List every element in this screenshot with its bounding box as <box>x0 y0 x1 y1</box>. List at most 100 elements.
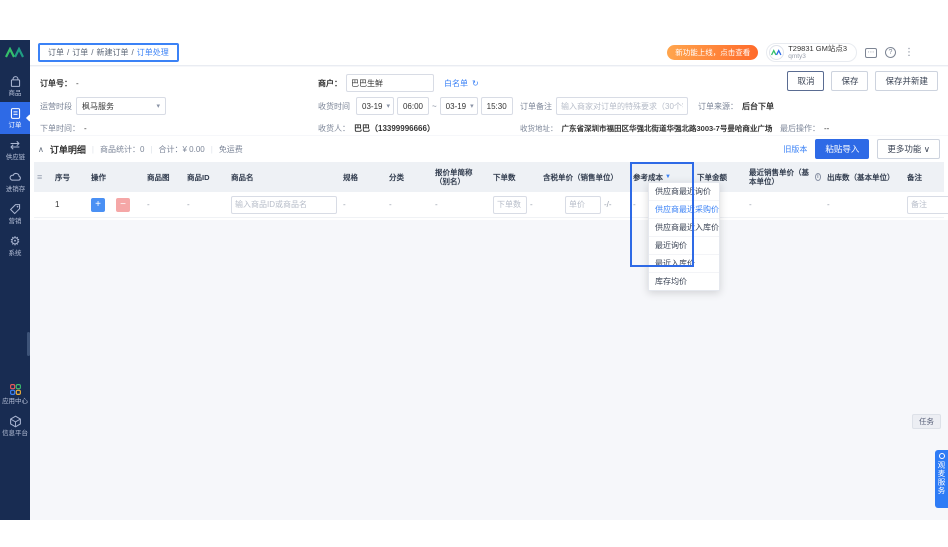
refresh-icon[interactable]: ↻ <box>472 79 479 88</box>
sidebar-item-label: 商品 <box>8 90 22 97</box>
breadcrumb-separator: / <box>67 48 70 57</box>
topbar-right: 新功能上线，点击查看 T29831 GM站点3 qmty3 ⋯ ? ⋮ <box>667 43 948 62</box>
receive-time-start-input[interactable]: 06:00 <box>397 97 429 115</box>
breadcrumb-crumb[interactable]: 订单 <box>48 47 64 58</box>
dropdown-item[interactable]: 库存均价 <box>649 273 719 290</box>
sidebar-item-supply-chain[interactable]: ⇄ 供应链 <box>0 134 30 166</box>
sidebar-item-system[interactable]: ⚙ 系统 <box>0 230 30 262</box>
paste-import-button[interactable]: 粘贴导入 <box>815 139 870 159</box>
message-icon[interactable]: ⋯ <box>865 47 877 58</box>
goods-count: 商品统计：0 <box>99 144 145 154</box>
col-spec: 规格 <box>343 172 358 182</box>
table-row: 1 + − - - - - - <box>34 192 948 218</box>
col-index: 序号 <box>55 172 70 182</box>
old-version-link[interactable]: 旧版本 <box>783 144 807 155</box>
help-icon[interactable]: ? <box>885 47 896 58</box>
sidebar-item-inventory[interactable]: 进销存 <box>0 166 30 198</box>
order-remark-input[interactable] <box>556 97 688 115</box>
chevron-down-icon: ▾ <box>470 103 474 110</box>
product-name-input[interactable] <box>231 195 337 214</box>
info-circle-icon[interactable]: i <box>814 173 821 181</box>
col-taxed-price: 含税单价（销售单位） <box>543 172 618 182</box>
customer-service-icon <box>938 453 945 459</box>
divider: | <box>150 144 153 154</box>
receiver-field: 收货人： 巴巴（13399996666） <box>318 119 435 137</box>
avatar <box>769 45 785 60</box>
sidebar-item-label: 应用中心 <box>2 398 28 405</box>
sidebar-item-label: 订单 <box>8 122 22 129</box>
promo-badge[interactable]: 新功能上线，点击查看 <box>667 45 759 60</box>
cell-product-name <box>228 192 340 217</box>
cancel-button[interactable]: 取消 <box>787 71 825 91</box>
breadcrumb-crumb[interactable]: 新建订单 <box>96 47 128 58</box>
order-details-section: ∧ 订单明细 | 商品统计：0 | 合计：¥ 0.00 | 免运费 旧版本 粘贴… <box>30 136 948 291</box>
sidebar-item-info-platform[interactable]: 信息平台 <box>0 410 30 442</box>
sidebar-item-marketing[interactable]: 营销 <box>0 198 30 230</box>
order-qty-input[interactable] <box>493 195 527 214</box>
app-logo <box>5 47 25 58</box>
order-source-field: 订单来源： 后台下单 <box>698 97 774 115</box>
service-period-field: 运营时段 枫马服务 ▾ <box>40 97 166 115</box>
collapse-caret-icon[interactable]: ∧ <box>38 145 44 154</box>
drag-handle-icon[interactable]: ≡ <box>37 172 42 182</box>
save-button[interactable]: 保存 <box>831 71 869 91</box>
supply-chain-icon: ⇄ <box>9 138 21 152</box>
task-pill[interactable]: 任务 <box>912 414 941 429</box>
chevron-down-icon: ▾ <box>386 103 390 110</box>
app-center-icon <box>9 383 22 396</box>
sidebar-item-orders[interactable]: 订单 <box>0 102 30 134</box>
save-and-new-button[interactable]: 保存并新建 <box>875 71 938 91</box>
breadcrumb-current: 订单处理 <box>136 48 169 57</box>
date-end-value: 03-19 <box>445 101 467 111</box>
chevron-down-icon: ▾ <box>156 103 160 110</box>
cell-remark <box>904 192 948 217</box>
order-source-label: 订单来源： <box>698 101 738 111</box>
main-area: 订单 / 订单 / 新建订单 / 订单处理 新功能上线，点击查看 T29831 … <box>30 40 948 520</box>
dropdown-item[interactable]: 供应商最近询价 <box>649 183 719 201</box>
cell-product-id: - <box>187 200 190 209</box>
more-vertical-icon[interactable]: ⋮ <box>904 47 914 58</box>
merchant-input[interactable] <box>346 74 434 92</box>
dropdown-item[interactable]: 最近入库价 <box>649 255 719 273</box>
goods-bag-icon <box>9 75 22 88</box>
form-actions: 取消 保存 保存并新建 <box>787 71 938 91</box>
dropdown-item-selected[interactable]: 供应商最近采购价 <box>649 201 719 219</box>
cell-product-image: - <box>147 200 150 209</box>
breadcrumb-separator: / <box>131 48 134 57</box>
cell-index: 1 <box>55 200 60 209</box>
user-chip[interactable]: T29831 GM站点3 qmty3 <box>766 43 857 62</box>
merchant-label: 商户： <box>318 78 342 88</box>
order-total: 合计：¥ 0.00 <box>158 144 205 154</box>
row-remark-input[interactable] <box>907 195 948 214</box>
receive-time-label: 收货时间 <box>318 101 350 111</box>
receive-date-end-select[interactable]: 03-19 ▾ <box>439 97 478 115</box>
breadcrumb-crumb[interactable]: 订单 <box>72 47 88 58</box>
unit-price-input[interactable] <box>565 195 601 214</box>
sort-caret-icon: ▼ <box>665 173 671 180</box>
drag-column-header: ≡ <box>34 162 52 192</box>
address-label: 收货地址： <box>520 123 558 133</box>
place-time-field: 下单时间： - <box>40 119 87 137</box>
add-row-button[interactable]: + <box>91 197 105 212</box>
remove-row-button[interactable]: − <box>116 197 130 212</box>
place-time-label: 下单时间： <box>40 123 80 133</box>
sidebar-item-app-center[interactable]: 应用中心 <box>0 378 30 410</box>
dropdown-item[interactable]: 供应商最近入库价 <box>649 219 719 237</box>
shipping-fee: 免运费 <box>218 144 243 154</box>
details-toolbar: 旧版本 粘贴导入 更多功能 ∨ <box>783 139 940 159</box>
receive-time-end-input[interactable]: 15:30 <box>480 97 513 115</box>
details-header: ∧ 订单明细 | 商品统计：0 | 合计：¥ 0.00 | 免运费 旧版本 粘贴… <box>30 136 948 162</box>
receive-date-start-select[interactable]: 03-19 ▾ <box>356 97 394 115</box>
whitelist-link[interactable]: 白名单 <box>444 78 468 89</box>
col-product-image: 商品图 <box>147 172 170 182</box>
more-features-button[interactable]: 更多功能 ∨ <box>877 139 940 159</box>
dropdown-item[interactable]: 最近询价 <box>649 237 719 255</box>
items-table: ≡ 序号 操作 商品图 商品ID 商品名 规格 分类 报价单简称（别名） 下单数… <box>34 162 948 291</box>
service-period-select[interactable]: 枫马服务 ▾ <box>76 97 166 115</box>
info-platform-cube-icon <box>9 415 22 428</box>
service-side-tab[interactable]: 观麦服务 <box>935 450 948 508</box>
sidebar-item-goods[interactable]: 商品 <box>0 70 30 102</box>
order-remark-field: 订单备注 <box>520 97 688 115</box>
col-quote-alias: 报价单简称（别名） <box>435 168 473 186</box>
last-operation-field: 最后操作： -- <box>780 119 829 137</box>
